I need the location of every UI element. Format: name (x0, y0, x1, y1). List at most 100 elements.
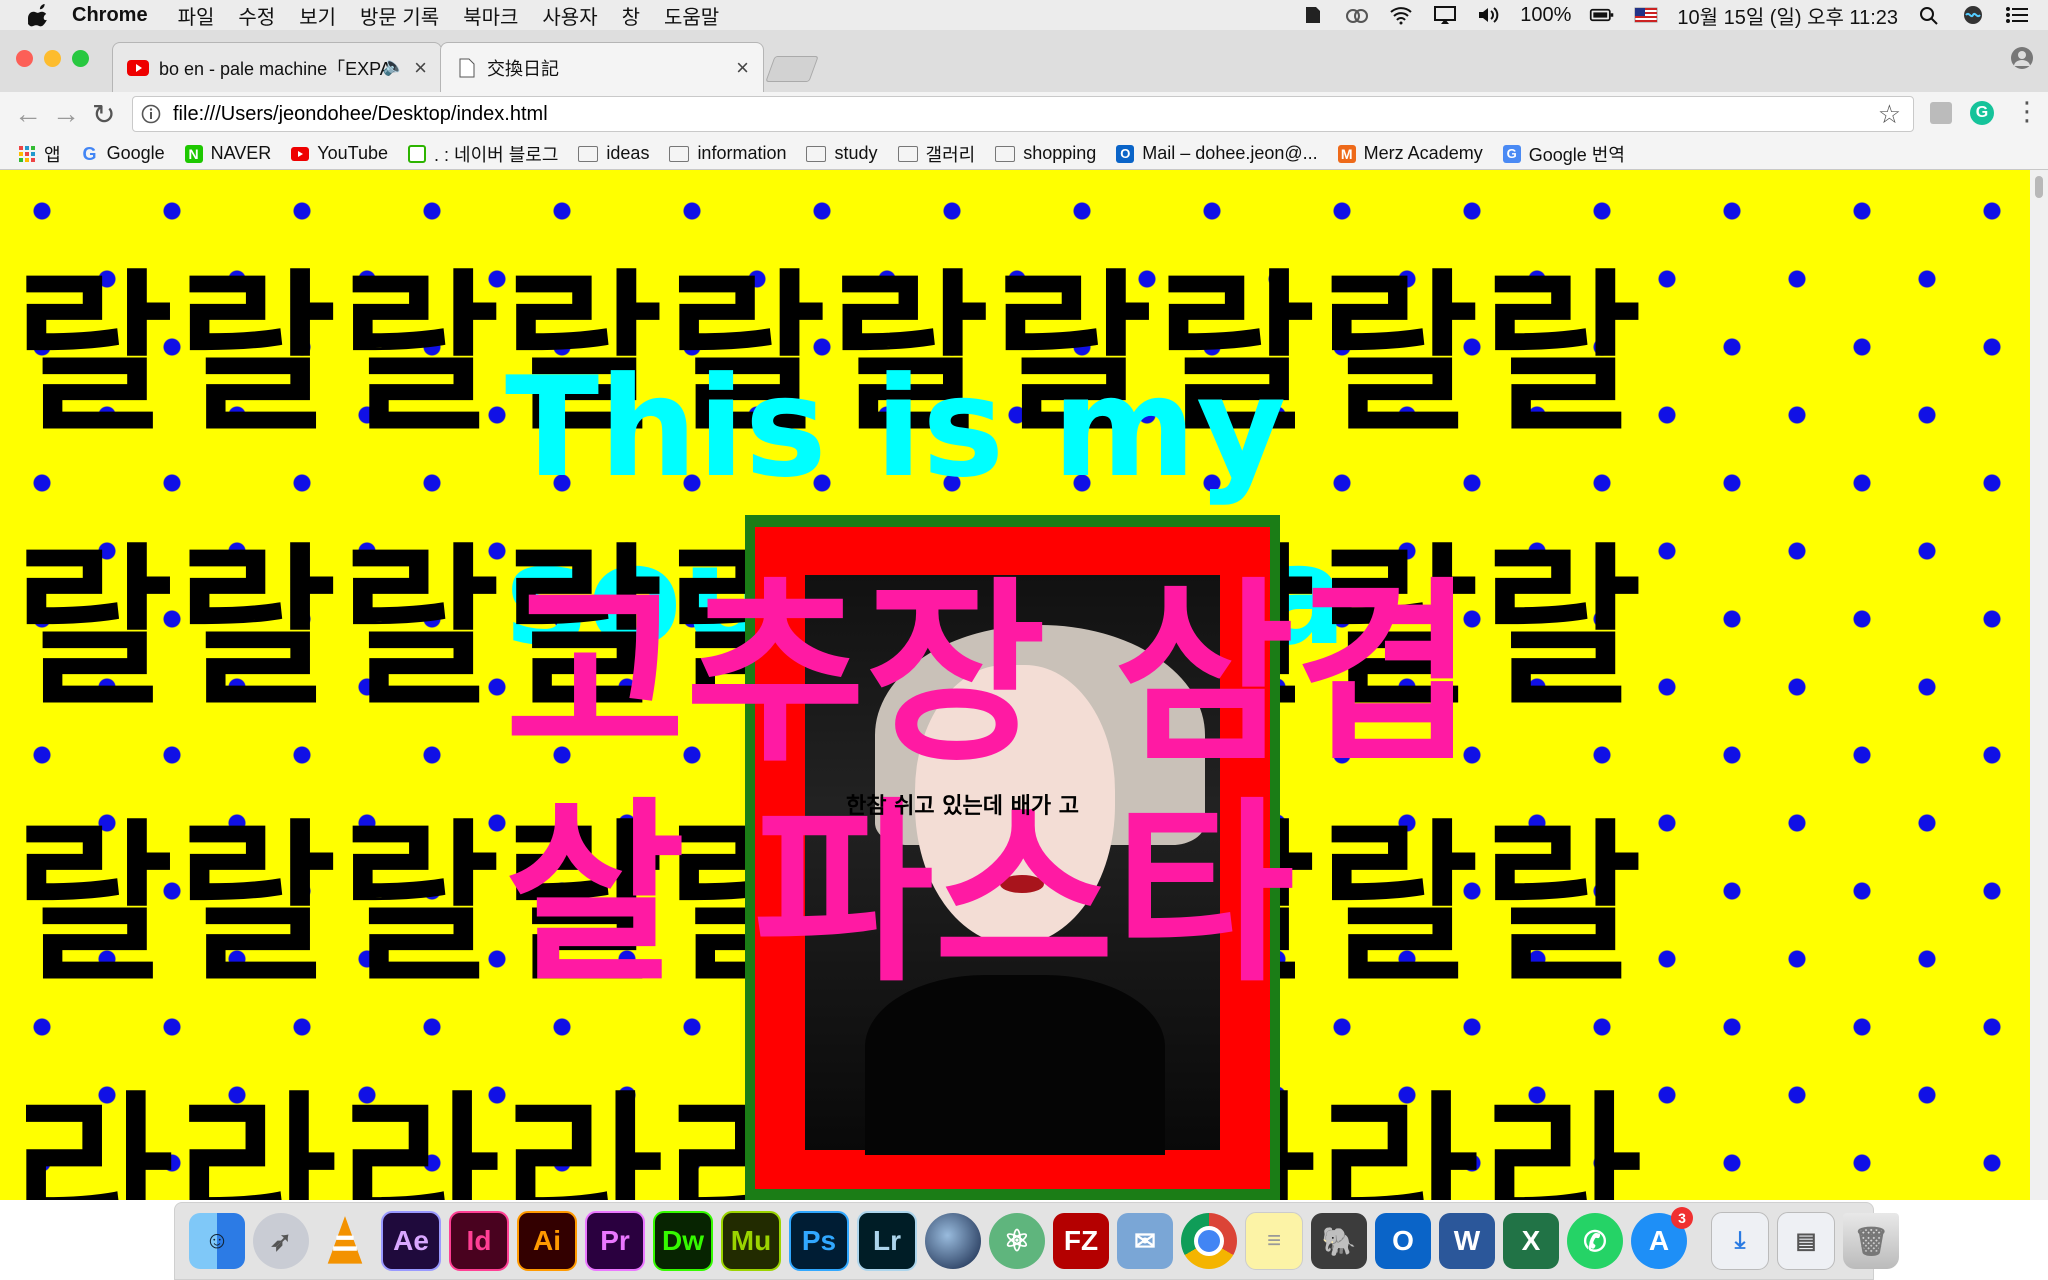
dock-app-label: Dw (662, 1225, 704, 1256)
dock-outlook[interactable]: O (1375, 1213, 1431, 1269)
back-button[interactable]: ← (14, 98, 42, 130)
app-menu-chrome[interactable]: Chrome (72, 4, 148, 27)
dock-atom[interactable]: ⚛ (989, 1213, 1045, 1269)
tab-youtube[interactable]: bo en - pale machine「EXPA 🔈 × (112, 42, 442, 92)
bookmark-apps[interactable]: 앱 (18, 141, 61, 167)
bookmark-mail[interactable]: O Mail – dohee.jeon@... (1116, 143, 1318, 164)
dock-vlc[interactable] (317, 1213, 373, 1269)
evernote-status-icon[interactable] (1300, 4, 1326, 26)
blog-icon (408, 144, 427, 163)
dock-app-label: Mu (730, 1225, 772, 1256)
menu-people[interactable]: 사용자 (542, 1, 597, 30)
dock-premiere[interactable]: Pr (585, 1211, 645, 1271)
dock-documents-stack[interactable]: ▤ (1777, 1212, 1835, 1270)
bookmark-google[interactable]: G Google (81, 143, 165, 164)
chrome-menu-icon[interactable]: ⋮ (2014, 96, 2040, 127)
bookmark-folder-study[interactable]: study (806, 143, 878, 164)
toolbar: ← → ↻ file:///Users/jeondohee/Desktop/in… (0, 92, 2048, 138)
rocket-icon: ➶ (270, 1225, 292, 1256)
url-text[interactable]: file:///Users/jeondohee/Desktop/index.ht… (173, 103, 548, 126)
close-window-button[interactable] (16, 50, 33, 67)
folder-icon (669, 145, 690, 162)
dock-app-store[interactable]: A3 (1631, 1207, 1693, 1269)
bookmark-merz-academy[interactable]: M Merz Academy (1337, 143, 1483, 164)
dock-finder[interactable]: ☺ (189, 1213, 245, 1269)
forward-button[interactable]: → (52, 98, 80, 130)
dock-downloads-stack[interactable]: ⤓ (1711, 1212, 1769, 1270)
naver-icon: N (184, 144, 203, 163)
menu-bookmarks[interactable]: 북마크 (463, 1, 518, 30)
bookmark-folder-shopping[interactable]: shopping (995, 143, 1096, 164)
bookmark-naver[interactable]: N NAVER (184, 143, 271, 164)
spotlight-search-icon[interactable] (1916, 4, 1942, 26)
volume-icon[interactable] (1476, 4, 1502, 26)
dock-app-label: X (1521, 1225, 1541, 1256)
dock-photoshop[interactable]: Ps (789, 1211, 849, 1271)
menu-file[interactable]: 파일 (178, 1, 215, 30)
page-scrollbar[interactable] (2030, 170, 2048, 1200)
dock-cinema4d[interactable] (925, 1213, 981, 1269)
bookmark-youtube[interactable]: YouTube (291, 143, 388, 164)
address-bar[interactable]: file:///Users/jeondohee/Desktop/index.ht… (132, 96, 1914, 132)
bookmark-folder-ideas[interactable]: ideas (578, 143, 649, 164)
bookmark-folder-information[interactable]: information (669, 143, 786, 164)
apps-grid-icon (19, 145, 35, 162)
bookmark-google-translate[interactable]: G Google 번역 (1502, 141, 1625, 167)
menu-help[interactable]: 도움말 (664, 1, 719, 30)
documents-stack-icon: ▤ (1795, 1228, 1817, 1253)
dock-launchpad[interactable]: ➶ (253, 1213, 309, 1269)
menu-view[interactable]: 보기 (299, 1, 336, 30)
extension-icon[interactable] (1930, 102, 1952, 124)
dock-muse[interactable]: Mu (721, 1211, 781, 1271)
atom-icon: ⚛ (1003, 1224, 1031, 1258)
apple-icon[interactable] (28, 3, 50, 27)
new-tab-button[interactable] (765, 56, 819, 82)
dock-notes[interactable]: ≡ (1245, 1212, 1303, 1270)
bookmark-folder-gallery[interactable]: 갤러리 (897, 141, 975, 167)
dock-after-effects[interactable]: Ae (381, 1211, 441, 1271)
menu-edit[interactable]: 수정 (238, 1, 275, 30)
dock-trash[interactable]: 🗑 (1843, 1213, 1899, 1269)
dock-word[interactable]: W (1439, 1213, 1495, 1269)
battery-percent[interactable]: 100% (1520, 4, 1571, 27)
dock-whatsapp[interactable]: ✆ (1567, 1213, 1623, 1269)
dock-excel[interactable]: X (1503, 1213, 1559, 1269)
bookmark-label: 앱 (44, 144, 61, 165)
menu-window[interactable]: 창 (622, 1, 640, 30)
bookmark-naver-blog[interactable]: . : 네이버 블로그 (408, 141, 558, 167)
menu-history[interactable]: 방문 기록 (360, 1, 439, 30)
info-icon[interactable] (141, 104, 161, 124)
airplay-icon[interactable] (1432, 4, 1458, 26)
battery-icon[interactable] (1589, 4, 1615, 26)
bookmark-label: study (834, 143, 878, 163)
chrome-icon (1194, 1226, 1224, 1256)
bookmark-star-icon[interactable]: ☆ (1878, 99, 1901, 130)
creative-cloud-icon[interactable] (1344, 4, 1370, 26)
us-flag-icon[interactable] (1633, 4, 1659, 26)
minimize-window-button[interactable] (44, 50, 61, 67)
dock-chrome[interactable] (1181, 1213, 1237, 1269)
close-tab-icon[interactable]: × (414, 55, 427, 81)
tab-exchange-diary[interactable]: 交換日記 × (440, 42, 764, 92)
clock[interactable]: 10월 15일 (일) 오후 11:23 (1677, 1, 1898, 30)
grammarly-icon[interactable]: G (1970, 101, 1994, 125)
close-tab-icon[interactable]: × (736, 55, 749, 81)
profile-icon[interactable] (2010, 46, 2034, 70)
siri-icon[interactable] (1960, 4, 1986, 26)
tab-strip: bo en - pale machine「EXPA 🔈 × 交換日記 × (0, 30, 2048, 92)
scrollbar-thumb[interactable] (2035, 176, 2043, 198)
reload-button[interactable]: ↻ (92, 98, 115, 131)
dock-dreamweaver[interactable]: Dw (653, 1211, 713, 1271)
dock-filezilla[interactable]: FZ (1053, 1213, 1109, 1269)
notes-icon: ≡ (1266, 1227, 1281, 1254)
dock-indesign[interactable]: Id (449, 1211, 509, 1271)
dock-illustrator[interactable]: Ai (517, 1211, 577, 1271)
wifi-icon[interactable] (1388, 4, 1414, 26)
dock-evernote[interactable]: 🐘 (1311, 1213, 1367, 1269)
dock-preview[interactable]: ✉ (1117, 1213, 1173, 1269)
bookmarks-bar: 앱 G Google N NAVER YouTube . : 네이버 블로그 i… (0, 138, 2048, 170)
app-store-icon: A (1648, 1225, 1670, 1256)
notification-center-icon[interactable] (2004, 4, 2030, 26)
dock-lightroom[interactable]: Lr (857, 1211, 917, 1271)
maximize-window-button[interactable] (72, 50, 89, 67)
